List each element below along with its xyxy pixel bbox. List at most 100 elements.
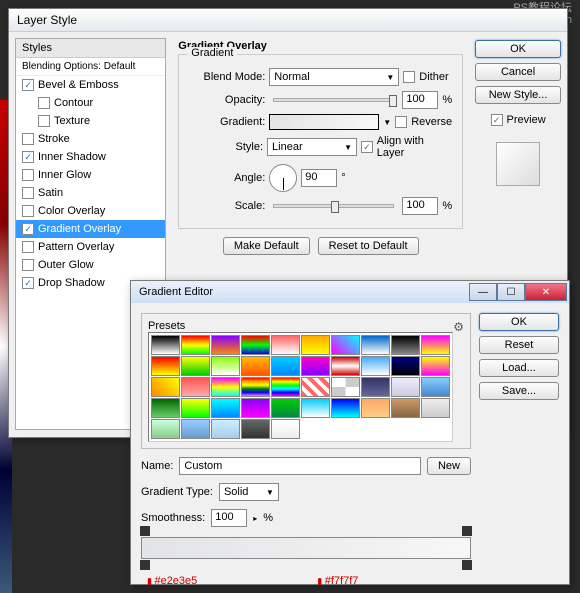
gradient-bar[interactable] xyxy=(141,537,471,559)
new-button[interactable]: New xyxy=(427,457,471,475)
preset-swatch[interactable] xyxy=(151,377,180,397)
style-item-inner-shadow[interactable]: Inner Shadow xyxy=(16,148,165,166)
opacity-stop-left[interactable] xyxy=(140,526,150,536)
close-button[interactable]: ✕ xyxy=(525,283,567,301)
angle-input[interactable]: 90 xyxy=(301,169,337,187)
opacity-input[interactable]: 100 xyxy=(402,91,438,109)
preset-swatch[interactable] xyxy=(181,419,210,439)
preset-swatch[interactable] xyxy=(181,398,210,418)
ge-reset-button[interactable]: Reset xyxy=(479,336,559,354)
preset-swatch[interactable] xyxy=(271,419,300,439)
style-checkbox[interactable] xyxy=(22,205,34,217)
preset-swatch[interactable] xyxy=(211,419,240,439)
ge-load-button[interactable]: Load... xyxy=(479,359,559,377)
style-checkbox[interactable] xyxy=(22,187,34,199)
preset-swatch[interactable] xyxy=(361,335,390,355)
style-item-pattern-overlay[interactable]: Pattern Overlay xyxy=(16,238,165,256)
preset-swatch[interactable] xyxy=(421,398,450,418)
style-checkbox[interactable] xyxy=(22,241,34,253)
preset-swatch[interactable] xyxy=(181,335,210,355)
style-select[interactable]: Linear▼ xyxy=(267,138,357,156)
preset-swatch[interactable] xyxy=(211,356,240,376)
preset-swatch[interactable] xyxy=(421,335,450,355)
preset-swatch[interactable] xyxy=(271,377,300,397)
reverse-checkbox[interactable] xyxy=(395,116,407,128)
preset-swatch[interactable] xyxy=(211,335,240,355)
minimize-button[interactable]: — xyxy=(469,283,497,301)
preset-swatch[interactable] xyxy=(151,398,180,418)
style-item-texture[interactable]: Texture xyxy=(16,112,165,130)
style-item-outer-glow[interactable]: Outer Glow xyxy=(16,256,165,274)
preset-swatch[interactable] xyxy=(241,335,270,355)
preset-swatch[interactable] xyxy=(241,377,270,397)
style-checkbox[interactable] xyxy=(22,223,34,235)
preset-swatch[interactable] xyxy=(151,335,180,355)
make-default-button[interactable]: Make Default xyxy=(223,237,310,255)
style-item-satin[interactable]: Satin xyxy=(16,184,165,202)
style-checkbox[interactable] xyxy=(22,169,34,181)
ge-ok-button[interactable]: OK xyxy=(479,313,559,331)
preset-swatch[interactable] xyxy=(361,356,390,376)
gradient-preview[interactable] xyxy=(269,114,379,130)
opacity-stop-right[interactable] xyxy=(462,526,472,536)
preset-swatch[interactable] xyxy=(181,356,210,376)
preset-swatch[interactable] xyxy=(331,377,360,397)
name-input[interactable]: Custom xyxy=(179,457,421,475)
reset-default-button[interactable]: Reset to Default xyxy=(318,237,419,255)
scale-input[interactable]: 100 xyxy=(402,197,438,215)
blend-mode-select[interactable]: Normal▼ xyxy=(269,68,399,86)
preset-swatch[interactable] xyxy=(301,335,330,355)
preview-checkbox[interactable] xyxy=(491,114,503,126)
style-item-inner-glow[interactable]: Inner Glow xyxy=(16,166,165,184)
preset-swatch[interactable] xyxy=(391,377,420,397)
chevron-right-icon[interactable]: ▸ xyxy=(253,514,257,523)
preset-swatch[interactable] xyxy=(301,377,330,397)
preset-swatch[interactable] xyxy=(271,335,300,355)
preset-swatch[interactable] xyxy=(271,398,300,418)
style-item-stroke[interactable]: Stroke xyxy=(16,130,165,148)
preset-swatch[interactable] xyxy=(331,398,360,418)
preset-swatch[interactable] xyxy=(271,356,300,376)
ok-button[interactable]: OK xyxy=(475,40,561,58)
preset-swatch[interactable] xyxy=(211,377,240,397)
opacity-slider[interactable] xyxy=(273,98,394,102)
preset-swatch[interactable] xyxy=(241,419,270,439)
style-item-contour[interactable]: Contour xyxy=(16,94,165,112)
style-item-color-overlay[interactable]: Color Overlay xyxy=(16,202,165,220)
preset-swatch[interactable] xyxy=(331,335,360,355)
dither-checkbox[interactable] xyxy=(403,71,415,83)
preset-swatch[interactable] xyxy=(391,335,420,355)
cancel-button[interactable]: Cancel xyxy=(475,63,561,81)
style-checkbox[interactable] xyxy=(22,277,34,289)
preset-swatch[interactable] xyxy=(391,356,420,376)
preset-swatch[interactable] xyxy=(361,377,390,397)
maximize-button[interactable]: ☐ xyxy=(497,283,525,301)
style-checkbox[interactable] xyxy=(22,151,34,163)
preset-swatch[interactable] xyxy=(241,356,270,376)
preset-swatch[interactable] xyxy=(391,398,420,418)
preset-swatch[interactable] xyxy=(361,398,390,418)
chevron-down-icon[interactable]: ▼ xyxy=(383,118,391,127)
new-style-button[interactable]: New Style... xyxy=(475,86,561,104)
preset-swatch[interactable] xyxy=(181,377,210,397)
style-item-gradient-overlay[interactable]: Gradient Overlay xyxy=(16,220,165,238)
style-checkbox[interactable] xyxy=(22,79,34,91)
color-stop-left[interactable] xyxy=(140,560,150,570)
preset-swatch[interactable] xyxy=(151,356,180,376)
preset-swatch[interactable] xyxy=(211,398,240,418)
gradient-type-select[interactable]: Solid▼ xyxy=(219,483,279,501)
style-item-bevel-emboss[interactable]: Bevel & Emboss xyxy=(16,76,165,94)
preset-swatch[interactable] xyxy=(421,356,450,376)
angle-dial[interactable] xyxy=(269,164,297,192)
style-checkbox[interactable] xyxy=(22,259,34,271)
style-checkbox[interactable] xyxy=(38,115,50,127)
scale-slider[interactable] xyxy=(273,204,394,208)
preset-swatch[interactable] xyxy=(331,356,360,376)
preset-swatch[interactable] xyxy=(421,377,450,397)
style-checkbox[interactable] xyxy=(38,97,50,109)
style-checkbox[interactable] xyxy=(22,133,34,145)
blending-options-default[interactable]: Blending Options: Default xyxy=(16,58,165,76)
align-checkbox[interactable] xyxy=(361,141,373,153)
preset-swatch[interactable] xyxy=(151,419,180,439)
gear-icon[interactable]: ⚙ xyxy=(453,320,464,334)
